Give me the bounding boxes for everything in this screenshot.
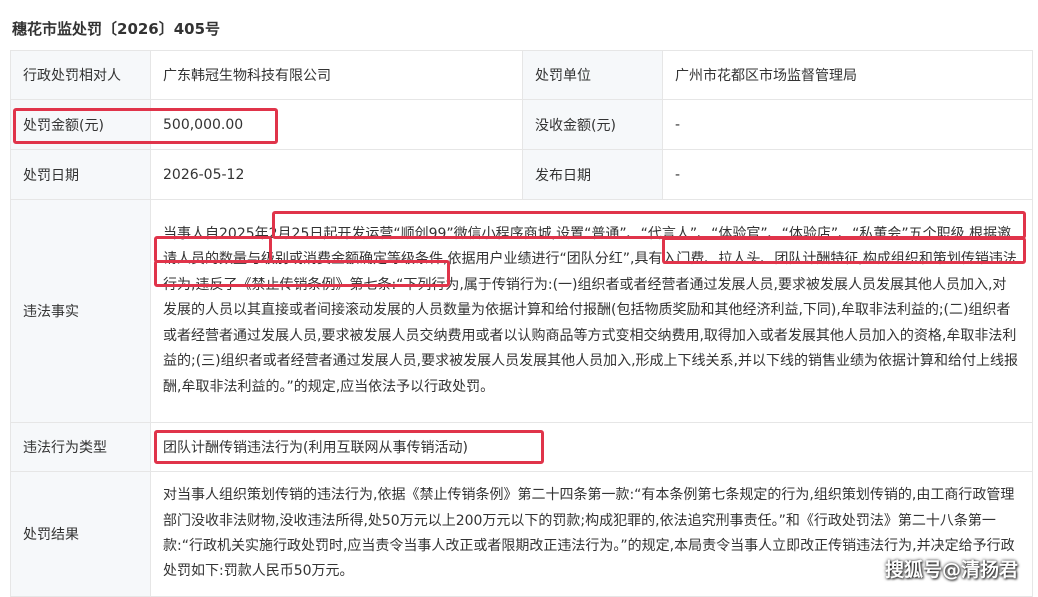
table-row-result: 处罚结果 对当事人组织策划传销的违法行为,依据《禁止传销条例》第二十四条第一款:… <box>10 471 1033 597</box>
type-label: 违法行为类型 <box>10 422 151 472</box>
amount-value: 500,000.00 <box>150 99 523 150</box>
table-row-amount: 处罚金额(元) 500,000.00 没收金额(元) - <box>10 99 1033 150</box>
table-row-date: 处罚日期 2026-05-12 发布日期 - <box>10 149 1033 200</box>
facts-text: 当事人自2025年2月25日起开发运营“顺创99”微信小程序商城,设置“普通”、… <box>150 199 1033 423</box>
table-row-facts: 违法事实 当事人自2025年2月25日起开发运营“顺创99”微信小程序商城,设置… <box>10 199 1033 423</box>
document-title: 穗花市监处罚〔2026〕405号 <box>12 20 221 38</box>
party-label: 行政处罚相对人 <box>10 50 151 100</box>
amount-label: 处罚金额(元) <box>10 99 151 150</box>
confiscated-value: - <box>662 99 1033 150</box>
table-row-type: 违法行为类型 团队计酬传销违法行为(利用互联网从事传销活动) <box>10 422 1033 472</box>
publish-label: 发布日期 <box>522 149 663 200</box>
table-row-party: 行政处罚相对人 广东韩冠生物科技有限公司 处罚单位 广州市花都区市场监督管理局 <box>10 50 1033 100</box>
unit-label: 处罚单位 <box>522 50 663 100</box>
penalty-info-table: 行政处罚相对人 广东韩冠生物科技有限公司 处罚单位 广州市花都区市场监督管理局 … <box>10 50 1033 597</box>
date-label: 处罚日期 <box>10 149 151 200</box>
type-value: 团队计酬传销违法行为(利用互联网从事传销活动) <box>150 422 1033 472</box>
unit-value: 广州市花都区市场监督管理局 <box>662 50 1033 100</box>
party-link[interactable]: 广东韩冠生物科技有限公司 <box>150 50 523 100</box>
watermark: 搜狐号@清扬君 <box>884 559 1018 581</box>
result-label: 处罚结果 <box>10 471 151 597</box>
date-value: 2026-05-12 <box>150 149 523 200</box>
confiscated-label: 没收金额(元) <box>522 99 663 150</box>
publish-value: - <box>662 149 1033 200</box>
facts-label: 违法事实 <box>10 199 151 423</box>
